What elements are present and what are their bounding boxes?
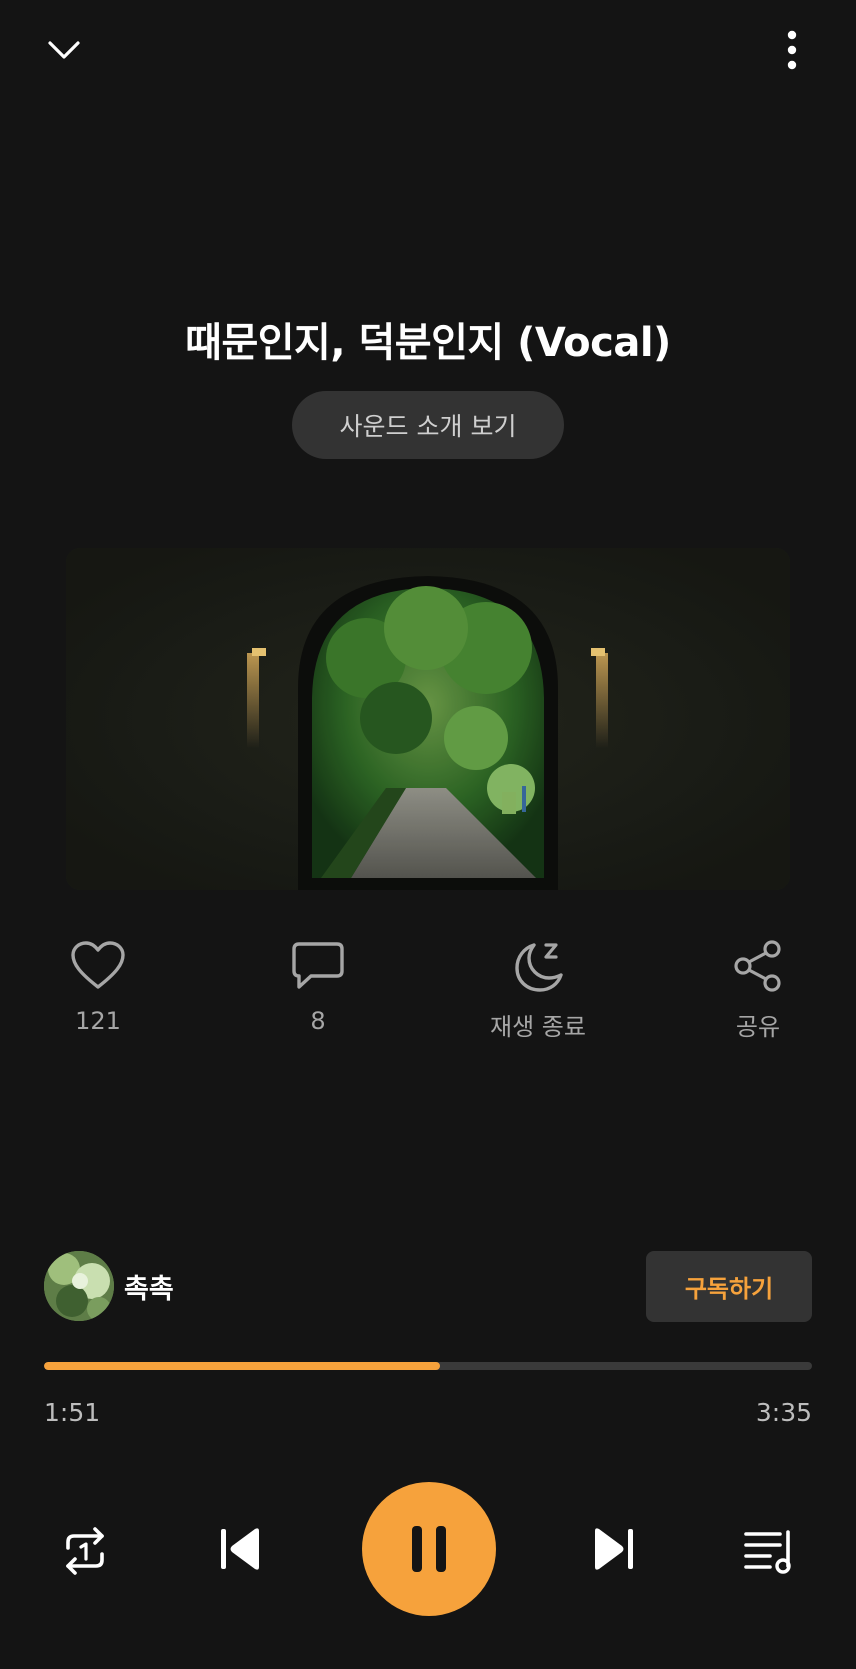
- player-screen: 때문인지, 덕분인지 (Vocal) 사운드 소개 보기 121 8 재생 종료…: [0, 0, 856, 1669]
- comment-count: 8: [310, 1007, 326, 1035]
- repeat-one-icon: [66, 1527, 104, 1575]
- sleep-timer-button[interactable]: 재생 종료: [468, 935, 608, 1045]
- subscribe-button[interactable]: 구독하기: [646, 1251, 812, 1322]
- repeat-button[interactable]: [52, 1518, 118, 1584]
- heart-icon: [71, 941, 125, 989]
- skip-previous-icon: [221, 1528, 259, 1570]
- progress-bar[interactable]: [44, 1362, 812, 1370]
- share-label: 공유: [735, 1013, 781, 1041]
- share-icon: [734, 940, 781, 992]
- next-button[interactable]: [580, 1516, 646, 1582]
- tunnel-forest-photo: [66, 548, 790, 890]
- comment-icon: [292, 942, 344, 989]
- comment-button[interactable]: 8: [248, 935, 388, 1045]
- total-time: 3:35: [755, 1398, 812, 1427]
- pause-icon: [412, 1526, 446, 1572]
- avatar-image: [44, 1251, 114, 1321]
- chevron-down-icon: [48, 41, 80, 59]
- playlist-icon: [744, 1530, 791, 1574]
- sound-intro-button[interactable]: 사운드 소개 보기: [292, 391, 564, 459]
- artist-name[interactable]: 촉촉: [124, 1267, 174, 1306]
- play-pause-button[interactable]: [362, 1482, 496, 1616]
- more-vertical-icon: [787, 30, 797, 70]
- more-options-button[interactable]: [764, 22, 820, 78]
- like-button[interactable]: 121: [28, 935, 168, 1045]
- progress-fill: [44, 1362, 441, 1370]
- album-artwork: [66, 548, 790, 890]
- like-count: 121: [75, 1007, 121, 1035]
- share-button[interactable]: 공유: [688, 935, 828, 1045]
- skip-next-icon: [595, 1528, 633, 1570]
- track-title: 때문인지, 덕분인지 (Vocal): [185, 320, 671, 366]
- moon-sleep-icon: [515, 943, 563, 992]
- sleep-timer-label: 재생 종료: [490, 1013, 586, 1041]
- previous-button[interactable]: [208, 1516, 274, 1582]
- collapse-button[interactable]: [34, 22, 94, 78]
- artist-avatar[interactable]: [44, 1251, 114, 1321]
- current-time: 1:51: [44, 1398, 101, 1427]
- playlist-button[interactable]: [736, 1518, 802, 1584]
